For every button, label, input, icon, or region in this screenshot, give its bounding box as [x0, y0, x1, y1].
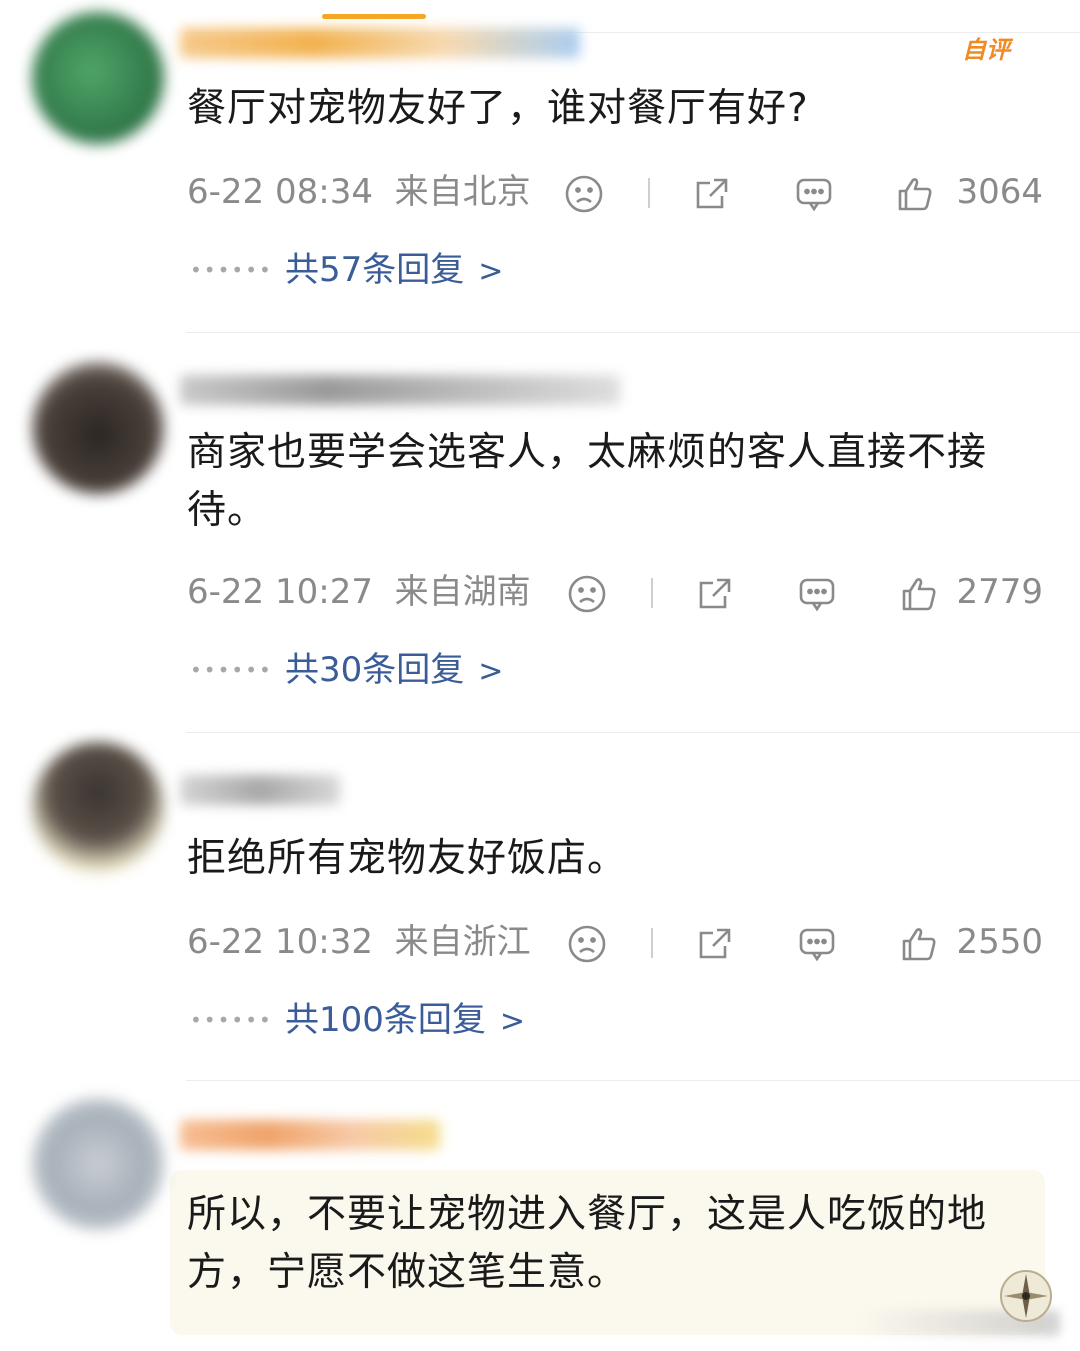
sad-face-icon[interactable]	[564, 174, 604, 214]
username[interactable]	[180, 375, 620, 405]
chevron-right-icon: >	[478, 254, 504, 289]
comment-time: 6-22 08:34 来自北京	[187, 172, 531, 212]
comment-bubble-icon[interactable]	[794, 174, 834, 214]
divider	[186, 332, 1080, 333]
ellipsis: ••••••	[190, 1008, 273, 1032]
top-accent-bar	[322, 14, 426, 19]
divider	[186, 1080, 1080, 1081]
separator	[651, 928, 653, 958]
separator	[648, 178, 650, 208]
thumbs-up-icon[interactable]	[895, 174, 935, 214]
like-count: 2779	[956, 572, 1043, 612]
avatar[interactable]	[32, 12, 164, 144]
comment-meta: 6-22 10:27 来自湖南 2779	[187, 572, 1043, 614]
share-icon[interactable]	[695, 574, 735, 614]
comment-text: 商家也要学会选客人，太麻烦的客人直接不接待。	[187, 430, 988, 533]
view-replies-link[interactable]: 共100条回复 >	[285, 1000, 525, 1042]
sad-face-icon[interactable]	[567, 574, 607, 614]
author-tag: 自评	[962, 36, 1010, 64]
compass-watermark-icon	[1000, 1270, 1052, 1322]
comment-time: 6-22 10:27 来自湖南	[187, 572, 531, 612]
comment-text: 餐厅对宠物友好了，谁对餐厅有好?	[187, 86, 809, 131]
avatar[interactable]	[32, 1098, 164, 1230]
chevron-right-icon: >	[478, 654, 504, 689]
thumbs-up-icon[interactable]	[899, 924, 939, 964]
comment-meta: 6-22 10:32 来自浙江 2550	[187, 922, 1043, 964]
comment-bubble-icon[interactable]	[797, 924, 837, 964]
like-count: 3064	[956, 172, 1043, 212]
comment-text: 所以，不要让宠物进入餐厅，这是人吃饭的地方，宁愿不做这笔生意。	[187, 1192, 988, 1295]
username[interactable]	[180, 28, 580, 58]
avatar[interactable]	[32, 362, 164, 494]
thumbs-up-icon[interactable]	[899, 574, 939, 614]
chevron-right-icon: >	[499, 1004, 526, 1039]
separator	[651, 578, 653, 608]
avatar[interactable]	[32, 742, 164, 874]
share-icon[interactable]	[692, 174, 732, 214]
sad-face-icon[interactable]	[567, 924, 607, 964]
comment-bubble-icon[interactable]	[797, 574, 837, 614]
view-replies-link[interactable]: 共30条回复 >	[285, 650, 503, 692]
share-icon[interactable]	[695, 924, 735, 964]
ellipsis: ••••••	[190, 658, 273, 682]
view-replies-link[interactable]: 共57条回复 >	[285, 250, 503, 292]
like-count: 2550	[956, 922, 1043, 962]
comment-meta: 6-22 08:34 来自北京 3064	[187, 172, 1043, 214]
ellipsis: ••••••	[190, 258, 273, 282]
comment-time: 6-22 10:32 来自浙江	[187, 922, 531, 962]
comment-text: 拒绝所有宠物友好饭店。	[187, 836, 628, 881]
username[interactable]	[180, 775, 340, 805]
divider	[186, 732, 1080, 733]
username[interactable]	[180, 1120, 440, 1150]
